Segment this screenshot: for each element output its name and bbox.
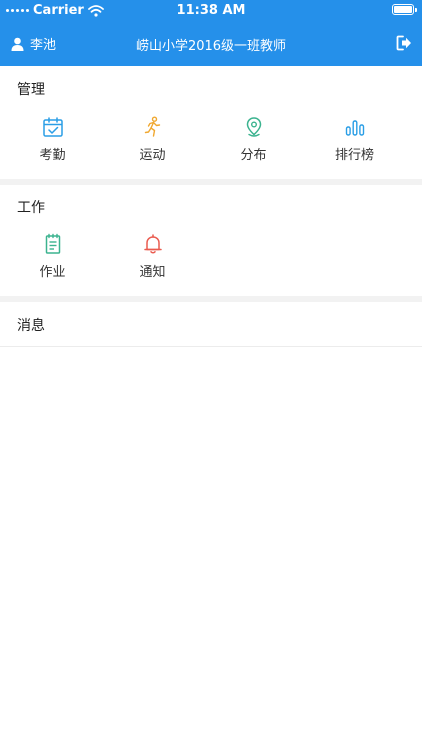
attendance-label: 考勤	[39, 148, 66, 163]
distribution-button[interactable]: 分布	[201, 116, 306, 163]
notebook-icon	[45, 233, 60, 254]
bell-icon	[143, 234, 162, 254]
location-pin-icon	[246, 117, 261, 137]
work-section: 工作 作业 通知	[0, 185, 422, 296]
messages-title: 消息	[17, 318, 45, 334]
ranking-label: 排行榜	[334, 148, 374, 163]
notice-label: 通知	[139, 265, 166, 280]
calendar-check-icon	[42, 117, 63, 137]
sports-button[interactable]: 运动	[100, 116, 205, 163]
management-section: 管理 考勤 运动 分布 排行榜	[0, 66, 422, 179]
logout-icon[interactable]	[396, 35, 412, 51]
messages-section: 消息	[0, 302, 422, 346]
app-header: Carrier 11:38 AM 李池 崂山小学2016级一班教师	[0, 0, 422, 66]
sports-label: 运动	[139, 148, 166, 163]
nav-bar: 李池 崂山小学2016级一班教师	[0, 22, 422, 66]
runner-icon	[144, 116, 160, 137]
ranking-button[interactable]: 排行榜	[302, 116, 407, 163]
page-title: 崂山小学2016级一班教师	[135, 39, 287, 54]
messages-divider	[0, 346, 422, 347]
status-bar: Carrier 11:38 AM	[0, 0, 422, 22]
notice-button[interactable]: 通知	[100, 233, 205, 280]
distribution-label: 分布	[240, 148, 267, 163]
status-time: 11:38 AM	[176, 3, 246, 18]
bar-chart-icon	[345, 120, 364, 136]
work-title: 工作	[17, 200, 45, 216]
battery-icon	[392, 4, 417, 15]
homework-label: 作业	[39, 265, 66, 280]
attendance-button[interactable]: 考勤	[0, 116, 105, 163]
management-title: 管理	[17, 82, 45, 98]
homework-button[interactable]: 作业	[0, 233, 105, 280]
